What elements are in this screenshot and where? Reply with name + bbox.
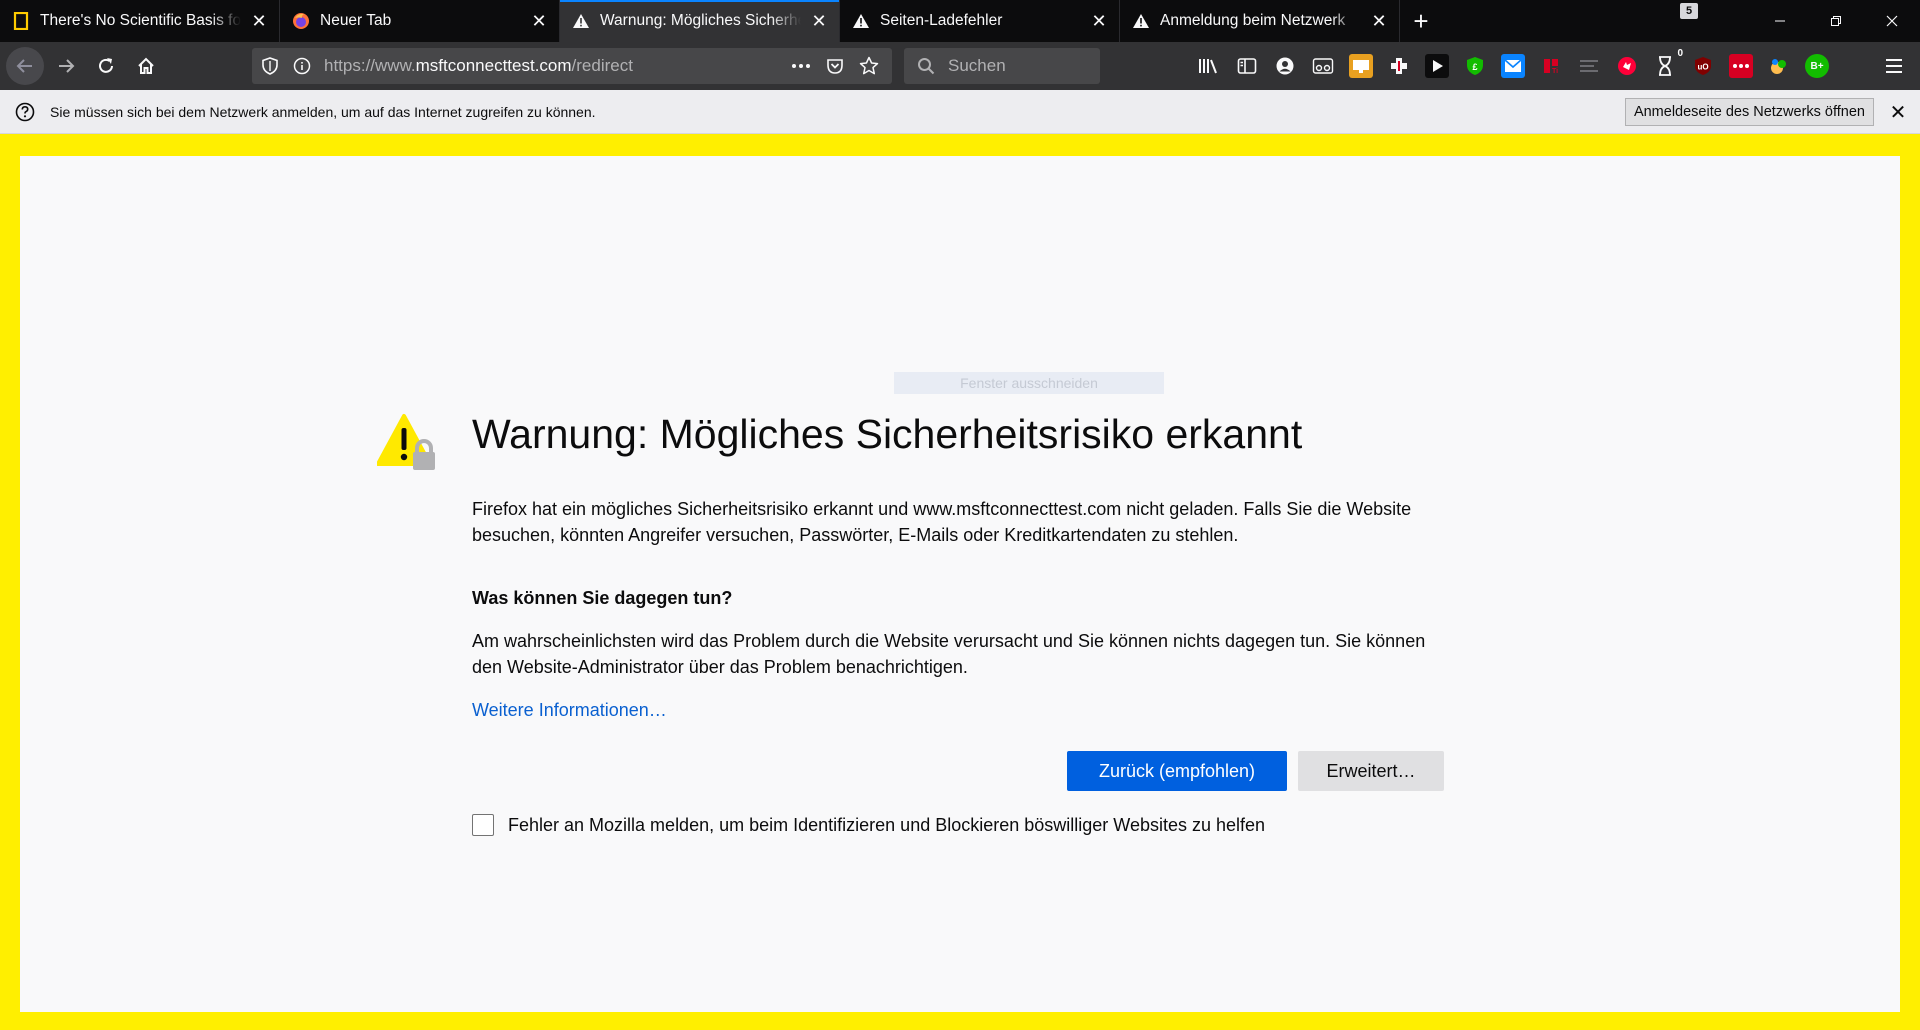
paint-icon[interactable] [1767,54,1791,78]
reload-button[interactable] [88,48,124,84]
report-checkbox[interactable] [472,814,494,836]
plus-cross-icon[interactable] [1387,54,1411,78]
play-icon[interactable] [1425,54,1449,78]
search-icon [912,57,940,75]
extensions-toolbar: £ Ti 0 uO B+ [1190,48,1836,84]
tracking-protection-shield-icon[interactable] [256,52,284,80]
new-tab-button[interactable]: + [1400,0,1442,42]
svg-text:£: £ [1472,62,1477,72]
tab-title: Seiten-Ladefehler [880,12,1003,29]
url-host: msftconnecttest.com [415,56,572,75]
minimize-icon [1775,20,1785,22]
open-network-login-button[interactable]: Anmeldeseite des Netzwerks öffnen [1624,98,1874,126]
close-icon [1886,15,1898,27]
home-icon [138,57,154,74]
red-circle-icon[interactable] [1615,54,1639,78]
site-info-icon[interactable] [288,52,316,80]
advice-text: Am wahrscheinlichsten wird das Problem d… [472,631,1426,677]
warning-icon [852,12,870,30]
error-page: Fenster ausschneiden Warnung: Mögliches … [20,156,1900,1012]
captive-portal-notification: Sie müssen sich bei dem Netzwerk anmelde… [0,90,1920,134]
close-window-button[interactable] [1864,0,1920,42]
forward-button[interactable] [48,48,84,84]
tab-title: Warnung: Mögliches Sicherheitsrisiko [600,12,801,29]
tab-title: Anmeldung beim Netzwerk [1160,12,1346,29]
go-back-button[interactable]: Zurück (empfohlen) [1067,751,1287,791]
extension-red-icon[interactable]: Ti [1539,54,1563,78]
home-button[interactable] [128,48,164,84]
url-text[interactable]: https://www.msftconnecttest.com/redirect [324,56,784,76]
timer-icon[interactable]: 0 [1653,48,1683,78]
restore-icon [1831,16,1841,26]
restore-button[interactable] [1808,0,1864,42]
url-prefix: https://www. [324,56,416,75]
warning-icon [572,12,590,30]
what-can-you-do-heading: Was können Sie dagegen tun? [472,588,733,608]
tab-4[interactable]: Anmeldung beim Netzwerk ✕ [1120,0,1400,42]
search-placeholder: Suchen [948,56,1006,75]
plus-icon: + [1413,5,1429,36]
svg-text:Ti: Ti [1552,68,1558,75]
forward-arrow-icon [59,59,75,73]
advanced-button[interactable]: Erweitert… [1298,751,1444,791]
warning-icon [1132,12,1150,30]
screenshot-icon[interactable] [1349,54,1373,78]
window-controls [1752,0,1920,42]
learn-more-link[interactable]: Weitere Informationen… [472,700,667,721]
tab-1[interactable]: Neuer Tab ✕ [280,0,560,42]
url-bar[interactable]: https://www.msftconnecttest.com/redirect [252,48,892,84]
warning-lock-icon [377,414,435,470]
page-actions-icon[interactable] [784,52,818,80]
tab-count-badge: 5 [1680,3,1698,19]
bookmark-star-icon[interactable] [852,52,886,80]
minimize-button[interactable] [1752,0,1808,42]
close-icon[interactable]: ✕ [249,11,269,31]
close-icon[interactable]: ✕ [1369,11,1389,31]
svg-text:uO: uO [1697,63,1708,72]
search-bar[interactable]: Suchen [904,48,1100,84]
hamburger-menu-button[interactable] [1876,48,1912,84]
navigation-toolbar: https://www.msftconnecttest.com/redirect… [0,42,1920,90]
tab-strip: There's No Scientific Basis for R ✕ Neue… [0,0,1920,42]
report-label: Fehler an Mozilla melden, um beim Identi… [508,814,1266,835]
back-button[interactable] [6,47,44,85]
timer-badge: 0 [1677,48,1683,59]
ublock-icon[interactable]: uO [1691,54,1715,78]
shield-extension-icon[interactable]: £ [1463,54,1487,78]
close-icon[interactable]: ✕ [809,11,829,31]
b-plus-icon[interactable]: B+ [1805,54,1829,78]
sidebar-icon[interactable] [1235,54,1259,78]
library-icon[interactable] [1197,54,1221,78]
pocket-icon[interactable] [818,52,852,80]
close-icon[interactable]: ✕ [1089,11,1109,31]
hamburger-icon [1886,59,1902,73]
account-icon[interactable] [1273,54,1297,78]
error-title: Warnung: Mögliches Sicherheitsrisiko erk… [472,411,1303,457]
report-row: Fehler an Mozilla melden, um beim Identi… [472,814,1265,836]
tab-2[interactable]: Warnung: Mögliches Sicherheitsrisiko ✕ [560,0,840,42]
error-description: Firefox hat ein mögliches Sicherheitsris… [472,499,1412,545]
snip-window-label: Fenster ausschneiden [894,372,1164,394]
url-path: /redirect [571,56,633,75]
close-icon[interactable]: ✕ [529,11,549,31]
notification-text: Sie müssen sich bei dem Netzwerk anmelde… [50,103,596,120]
tab-title: Neuer Tab [320,12,392,29]
back-arrow-icon [16,59,32,73]
feed-icon[interactable] [1577,54,1601,78]
tab-0[interactable]: There's No Scientific Basis for R ✕ [0,0,280,42]
bookmark-icon [12,12,30,30]
reload-icon [99,58,113,73]
close-icon[interactable]: ✕ [1886,100,1910,124]
tab-title: There's No Scientific Basis for R [40,12,241,29]
url-actions [784,52,886,80]
question-icon [14,101,36,123]
tab-3[interactable]: Seiten-Ladefehler ✕ [840,0,1120,42]
mail-icon[interactable] [1501,54,1525,78]
dots-red-icon[interactable] [1729,54,1753,78]
reader-glasses-icon[interactable] [1311,54,1335,78]
firefox-icon [292,12,310,30]
